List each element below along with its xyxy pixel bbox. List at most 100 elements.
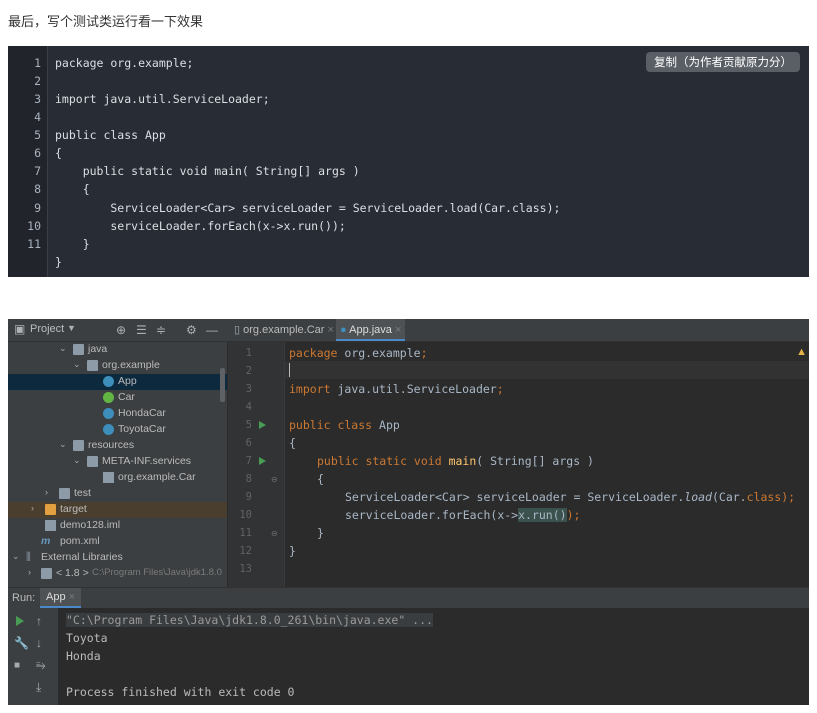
- code-editor[interactable]: 1 2 3 4 5 6 7 8 9 10 11 12 13 ⊖ ⊖ ▲ pack…: [228, 342, 809, 587]
- class-icon: [103, 424, 114, 435]
- fold-icon[interactable]: ⊖: [271, 475, 278, 484]
- text-caret: [289, 363, 290, 377]
- line-number: 13: [239, 563, 252, 575]
- tree-item-meta-inf-services[interactable]: ⌄ META-INF.services: [8, 454, 227, 470]
- tree-item-car[interactable]: Car: [8, 390, 227, 406]
- line-number: 9: [245, 491, 252, 503]
- line-number: 6: [34, 146, 41, 160]
- line-number: 10: [239, 509, 252, 521]
- method-args: ( String[] args ): [476, 454, 594, 468]
- line-number: 10: [27, 219, 41, 233]
- tree-item-target[interactable]: › target: [8, 502, 227, 518]
- brace: }: [317, 526, 324, 540]
- package-icon: [87, 360, 98, 371]
- folder-icon: [59, 488, 70, 499]
- line-number: 3: [34, 92, 41, 106]
- chevron-down-icon[interactable]: ⌄: [73, 359, 81, 370]
- run-class-icon[interactable]: [259, 421, 266, 429]
- chevron-down-icon[interactable]: ⌄: [73, 455, 81, 466]
- copy-button[interactable]: 复制（为作者贡献原力分）: [646, 52, 800, 72]
- collapse-all-icon[interactable]: ☰: [136, 323, 147, 337]
- tree-item-label: demo128.iml: [60, 519, 121, 531]
- gear-icon[interactable]: ⚙: [186, 323, 197, 337]
- tree-item-hondacar[interactable]: HondaCar: [8, 406, 227, 422]
- tree-item-resources[interactable]: ⌄ resources: [8, 438, 227, 454]
- tree-item-external-libraries[interactable]: ⌄ ⫼ External Libraries: [8, 550, 227, 566]
- file-icon: [103, 472, 114, 483]
- tree-scrollbar[interactable]: [220, 368, 225, 402]
- close-icon[interactable]: ×: [69, 591, 75, 603]
- close-icon[interactable]: ×: [395, 324, 401, 336]
- expand-all-icon[interactable]: ≑: [156, 323, 166, 337]
- code-text: (Car.: [711, 490, 747, 504]
- run-panel: Run: App × ↑ 🔧 ↓ ■ ⥱ ⤓ "C:\Program Files…: [8, 587, 809, 705]
- tree-item-java[interactable]: ⌄ java: [8, 342, 227, 358]
- tab-org-example-car[interactable]: ▯ org.example.Car ×: [230, 319, 338, 341]
- line-number: 7: [34, 164, 41, 178]
- tree-item-test[interactable]: › test: [8, 486, 227, 502]
- project-view-selector[interactable]: Project: [30, 323, 64, 335]
- fold-icon[interactable]: ⊖: [271, 529, 278, 538]
- chevron-down-icon[interactable]: ⌄: [59, 439, 67, 450]
- soft-wrap-icon[interactable]: ⥱: [36, 658, 46, 673]
- hide-icon[interactable]: —: [206, 323, 218, 337]
- stop-icon[interactable]: ■: [14, 660, 20, 671]
- run-header: Run: App ×: [8, 588, 809, 608]
- close-icon[interactable]: ×: [328, 324, 334, 336]
- line-number: 11: [239, 527, 252, 539]
- file-icon: [45, 520, 56, 531]
- method-name: main: [448, 454, 477, 468]
- code-line: ServiceLoader<Car> serviceLoader = Servi…: [55, 201, 561, 215]
- line-number: 9: [34, 201, 41, 215]
- code-text: );: [566, 508, 581, 522]
- semicolon: ;: [420, 346, 428, 360]
- tree-item-toyotacar[interactable]: ToyotaCar: [8, 422, 227, 438]
- tree-item-label: < 1.8 >: [56, 567, 89, 579]
- run-tab-app[interactable]: App ×: [40, 588, 82, 608]
- tab-label: org.example.Car: [243, 324, 325, 336]
- code-line: {: [55, 146, 62, 160]
- tree-item-label: External Libraries: [41, 551, 123, 563]
- tree-item-jdk[interactable]: › < 1.8 > C:\Program Files\Java\jdk1.8.0: [8, 566, 227, 582]
- chevron-right-icon[interactable]: ›: [31, 503, 34, 513]
- code-line: public class App: [55, 128, 166, 142]
- tree-item-org-example[interactable]: ⌄ org.example: [8, 358, 227, 374]
- tab-app-java[interactable]: ● App.java ×: [336, 319, 406, 341]
- console-output-line: Honda: [66, 649, 101, 663]
- line-number: 12: [239, 545, 252, 557]
- tree-item-label: java: [88, 343, 108, 355]
- method-call: load: [684, 490, 712, 504]
- run-main-icon[interactable]: [259, 457, 266, 465]
- wrench-icon[interactable]: 🔧: [14, 636, 29, 650]
- tree-item-pom[interactable]: m pom.xml: [8, 534, 227, 550]
- chevron-down-icon[interactable]: ⌄: [59, 343, 67, 354]
- tree-item-label: resources: [88, 439, 135, 451]
- editor-line-10: serviceLoader.forEach(x->x.run());: [345, 508, 580, 522]
- line-number: 7: [245, 455, 252, 467]
- folder-icon: [45, 504, 56, 515]
- code-line: import java.util.ServiceLoader;: [55, 92, 270, 106]
- scroll-to-end-icon[interactable]: ⤓: [36, 680, 41, 695]
- folder-icon: [87, 456, 98, 467]
- tree-item-label: test: [74, 487, 91, 499]
- brace: {: [289, 436, 296, 450]
- maven-icon: m: [41, 535, 51, 547]
- chevron-right-icon[interactable]: ›: [28, 567, 31, 577]
- chevron-down-icon[interactable]: ▼: [67, 323, 76, 333]
- tree-item-iml[interactable]: demo128.iml: [8, 518, 227, 534]
- tree-item-service-file[interactable]: org.example.Car: [8, 470, 227, 486]
- code-line: serviceLoader.forEach(x->x.run());: [55, 219, 346, 233]
- rerun-icon[interactable]: [16, 616, 24, 626]
- down-icon[interactable]: ↓: [36, 636, 42, 650]
- class-name: App: [372, 418, 400, 432]
- up-icon[interactable]: ↑: [36, 614, 42, 628]
- project-window-icon: ▣: [14, 322, 26, 336]
- chevron-down-icon[interactable]: ⌄: [12, 551, 20, 562]
- chevron-right-icon[interactable]: ›: [45, 487, 48, 497]
- semicolon: ;: [496, 382, 504, 396]
- console-output-line: Toyota: [66, 631, 108, 645]
- locate-icon[interactable]: ⊕: [116, 323, 126, 337]
- warning-icon[interactable]: ▲: [796, 346, 807, 358]
- keyword: package: [289, 346, 338, 360]
- tree-item-app[interactable]: App: [8, 374, 227, 390]
